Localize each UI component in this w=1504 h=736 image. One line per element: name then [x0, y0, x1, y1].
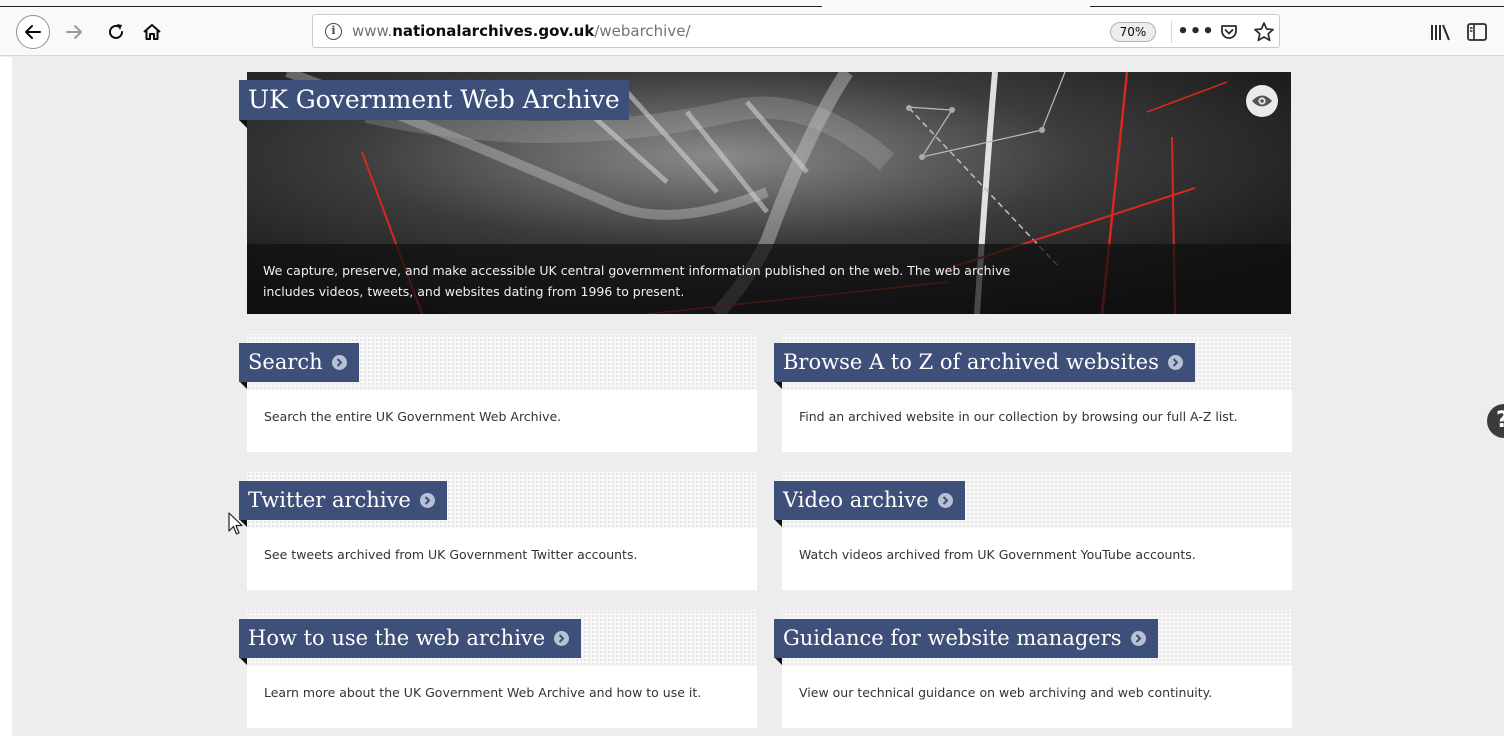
- tab-strip-edge: [1090, 6, 1504, 7]
- card-title: Search: [248, 350, 323, 374]
- url-domain: nationalarchives.gov.uk: [392, 22, 595, 40]
- banner-fold: [239, 120, 247, 128]
- bookmark-star-icon[interactable]: [1252, 20, 1276, 44]
- banner-fold: [774, 381, 782, 389]
- chevron-right-icon: [419, 493, 435, 508]
- page-actions-more-icon[interactable]: •••: [1177, 20, 1214, 44]
- card-title: Video archive: [783, 488, 929, 512]
- pocket-icon[interactable]: [1217, 20, 1241, 44]
- url-path: /webarchive/: [594, 22, 691, 40]
- browser-toolbar: i www.nationalarchives.gov.uk/webarchive…: [0, 0, 1504, 56]
- card-description: Search the entire UK Government Web Arch…: [264, 409, 562, 424]
- forward-arrow-icon: [66, 25, 82, 39]
- forward-button[interactable]: [58, 16, 90, 48]
- browse-a-z-link[interactable]: Browse A to Z of archived websites: [774, 343, 1195, 382]
- chevron-right-icon: [937, 493, 953, 508]
- banner-fold: [774, 657, 782, 665]
- url-bar-divider: [1171, 21, 1172, 43]
- twitter-archive-link[interactable]: Twitter archive: [239, 481, 447, 520]
- back-arrow-icon: [25, 25, 41, 39]
- video-archive-link[interactable]: Video archive: [774, 481, 965, 520]
- site-info-icon[interactable]: i: [325, 23, 342, 40]
- how-to-use-link[interactable]: How to use the web archive: [239, 619, 582, 658]
- hero-caption-text: We capture, preserve, and make accessibl…: [263, 263, 1011, 299]
- library-icon[interactable]: [1428, 20, 1454, 46]
- home-icon: [143, 24, 161, 40]
- page-title: UK Government Web Archive: [239, 80, 629, 120]
- card-description: See tweets archived from UK Government T…: [264, 547, 638, 562]
- eye-icon[interactable]: [1246, 85, 1278, 117]
- chevron-right-icon: [1167, 355, 1183, 370]
- url-text[interactable]: www.nationalarchives.gov.uk/webarchive/: [352, 22, 691, 40]
- chevron-right-icon: [554, 631, 570, 646]
- url-bar[interactable]: i www.nationalarchives.gov.uk/webarchive…: [312, 14, 1280, 48]
- banner-fold: [774, 519, 782, 527]
- card-description: View our technical guidance on web archi…: [799, 685, 1213, 700]
- zoom-level-button[interactable]: 70%: [1110, 22, 1156, 42]
- help-button[interactable]: ?: [1487, 404, 1504, 438]
- page-left-edge: [0, 57, 12, 736]
- home-button[interactable]: [136, 16, 168, 48]
- banner-fold: [239, 381, 247, 389]
- mouse-pointer-icon: [228, 512, 243, 535]
- search-link[interactable]: Search: [239, 343, 359, 382]
- reload-button[interactable]: [100, 16, 132, 48]
- card-title: Browse A to Z of archived websites: [783, 350, 1159, 374]
- card-title: Guidance for website managers: [783, 626, 1122, 650]
- banner-fold: [239, 657, 247, 665]
- tab-strip-edge: [0, 6, 822, 7]
- reload-icon: [109, 24, 123, 39]
- card-description: Find an archived website in our collecti…: [799, 409, 1238, 424]
- card-description: Learn more about the UK Government Web A…: [264, 685, 702, 700]
- hero-caption: We capture, preserve, and make accessibl…: [247, 244, 1291, 314]
- chevron-right-icon: [331, 355, 347, 370]
- card-title: Twitter archive: [248, 488, 411, 512]
- guidance-link[interactable]: Guidance for website managers: [774, 619, 1158, 658]
- sidebar-icon[interactable]: [1466, 21, 1488, 43]
- chevron-right-icon: [1130, 631, 1146, 646]
- card-description: Watch videos archived from UK Government…: [799, 547, 1196, 562]
- card-title: How to use the web archive: [248, 626, 546, 650]
- back-button[interactable]: [16, 15, 50, 49]
